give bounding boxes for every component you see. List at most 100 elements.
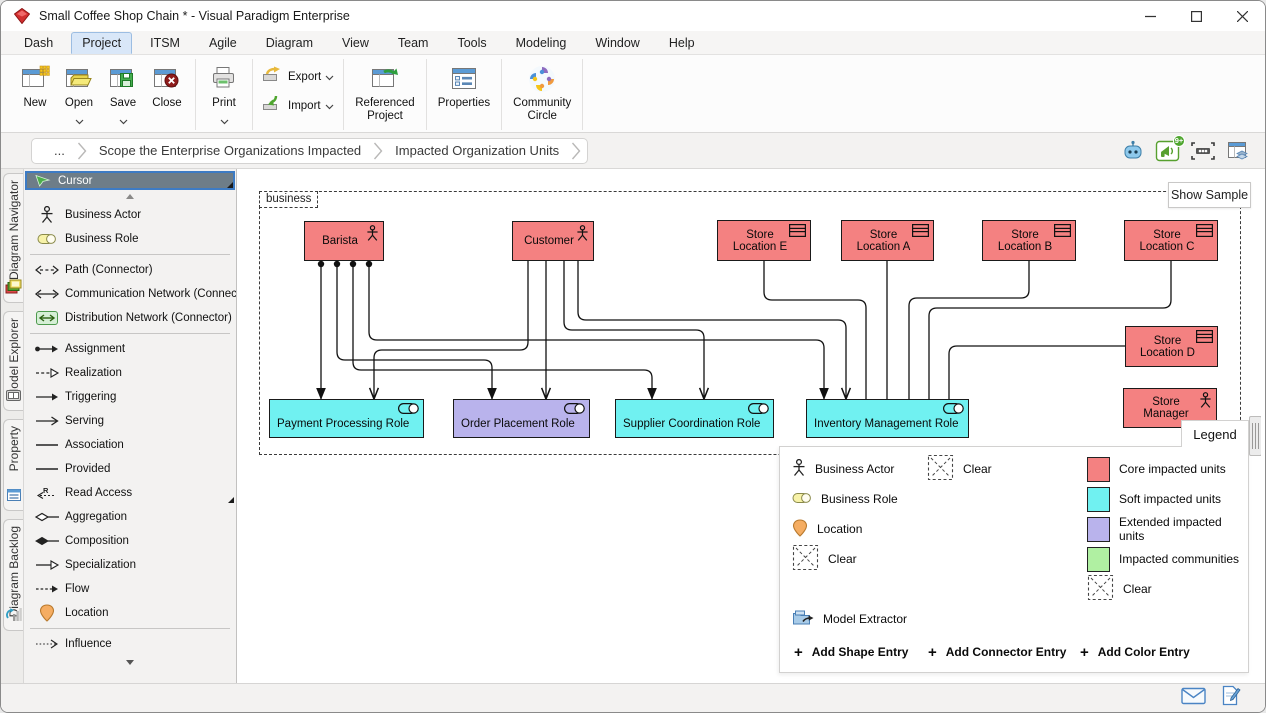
draft-notes-icon[interactable] bbox=[1222, 685, 1241, 711]
menu-view[interactable]: View bbox=[331, 32, 380, 54]
legend-add-color-entry-button[interactable]: +Add Color Entry bbox=[1080, 639, 1190, 665]
legend-connector-clear[interactable]: Clear bbox=[927, 455, 992, 483]
legend-tab[interactable]: Legend bbox=[1181, 420, 1249, 447]
palette-item-path-connector[interactable]: Path (Connector) bbox=[24, 258, 236, 282]
menu-itsm[interactable]: ITSM bbox=[139, 32, 191, 54]
tab-diagram-navigator[interactable]: Diagram Navigator bbox=[3, 173, 23, 303]
palette-item-serving[interactable]: Serving bbox=[24, 409, 236, 433]
palette-item-aggregation[interactable]: Aggregation bbox=[24, 505, 236, 529]
palette-item-association[interactable]: Association bbox=[24, 433, 236, 457]
edge-barista-to-order-placement-role[interactable] bbox=[334, 261, 492, 399]
palette-item-location[interactable]: Location bbox=[24, 601, 236, 625]
legend-color-clear[interactable]: Clear bbox=[1087, 575, 1152, 603]
palette-scroll-down[interactable] bbox=[24, 656, 236, 669]
palette-item-business-role[interactable]: Business Role bbox=[24, 227, 236, 251]
legend-color-extended-impacted-units[interactable]: Extended impacted units bbox=[1087, 515, 1248, 543]
close-button[interactable] bbox=[1219, 1, 1265, 31]
palette-item-assignment[interactable]: Assignment bbox=[24, 337, 236, 361]
node-supplier-coordination-role[interactable]: Supplier Coordination Role bbox=[615, 399, 774, 438]
legend-color-soft-impacted-units[interactable]: Soft impacted units bbox=[1087, 485, 1221, 513]
menu-agile[interactable]: Agile bbox=[198, 32, 248, 54]
referenced-project-button[interactable]: Referenced Project bbox=[350, 61, 419, 126]
properties-button[interactable]: Properties bbox=[433, 61, 495, 113]
node-barista[interactable]: Barista bbox=[304, 221, 384, 261]
palette-item-provided[interactable]: Provided bbox=[24, 457, 236, 481]
save-button[interactable]: Save bbox=[101, 61, 145, 121]
legend-shape-business-role[interactable]: Business Role bbox=[792, 485, 898, 513]
legend-color-impacted-communities[interactable]: Impacted communities bbox=[1087, 545, 1239, 573]
palette-item-cursor[interactable]: Cursor bbox=[25, 171, 235, 190]
legend-shape-location[interactable]: Location bbox=[792, 515, 862, 543]
palette-item-distribution-network-connector[interactable]: Distribution Network (Connector) bbox=[24, 306, 236, 330]
menu-project[interactable]: Project bbox=[71, 32, 132, 54]
palette-item-triggering[interactable]: Triggering bbox=[24, 385, 236, 409]
menu-team[interactable]: Team bbox=[387, 32, 440, 54]
maximize-button[interactable] bbox=[1173, 1, 1219, 31]
menu-dash[interactable]: Dash bbox=[13, 32, 64, 54]
minimize-button[interactable] bbox=[1127, 1, 1173, 31]
new-button[interactable]: New bbox=[13, 61, 57, 113]
node-inventory-management-role[interactable]: Inventory Management Role bbox=[806, 399, 969, 438]
edge-store-location-e-to-inventory-management-role[interactable] bbox=[764, 261, 866, 399]
palette-item-read-access[interactable]: RRead Access bbox=[24, 481, 236, 505]
tab-diagram-backlog[interactable]: Diagram Backlog bbox=[3, 519, 23, 631]
legend-color-core-impacted-units[interactable]: Core impacted units bbox=[1087, 455, 1226, 483]
edge-customer-to-payment-processing-role[interactable] bbox=[374, 261, 528, 399]
node-payment-processing-role[interactable]: Payment Processing Role bbox=[269, 399, 424, 438]
legend-add-connector-entry-button[interactable]: +Add Connector Entry bbox=[928, 639, 1066, 665]
assistant-robot-icon[interactable] bbox=[1120, 139, 1146, 163]
edge-customer-to-supplier-coordination-role[interactable] bbox=[564, 261, 704, 399]
node-store-location-b[interactable]: Store Location B bbox=[982, 220, 1076, 261]
legend-add-shape-entry-button[interactable]: +Add Shape Entry bbox=[794, 639, 908, 665]
node-store-location-a[interactable]: Store Location A bbox=[841, 220, 934, 261]
breadcrumb-item[interactable]: ... bbox=[44, 143, 75, 158]
palette-scroll-up[interactable] bbox=[24, 190, 236, 203]
chevron-down-icon[interactable] bbox=[75, 112, 84, 118]
panel-splitter-grip[interactable] bbox=[1249, 416, 1261, 456]
palette-item-communication-network-connector[interactable]: Communication Network (Connector) bbox=[24, 282, 236, 306]
node-customer[interactable]: Customer bbox=[512, 221, 594, 261]
node-store-location-e[interactable]: Store Location E bbox=[717, 220, 811, 261]
edge-store-location-d-to-inventory-management-role[interactable] bbox=[949, 346, 1125, 399]
community-news-icon[interactable]: 9+ bbox=[1155, 139, 1181, 163]
open-button[interactable]: Open bbox=[57, 61, 101, 121]
tab-model-explorer[interactable]: Model Explorer bbox=[3, 311, 23, 411]
menu-modeling[interactable]: Modeling bbox=[505, 32, 578, 54]
expander-icon[interactable] bbox=[228, 497, 234, 503]
palette-item-realization[interactable]: Realization bbox=[24, 361, 236, 385]
print-button[interactable]: Print bbox=[202, 61, 246, 121]
show-sample-button[interactable]: Show Sample bbox=[1168, 182, 1251, 208]
palette-item-composition[interactable]: Composition bbox=[24, 529, 236, 553]
palette-item-business-actor[interactable]: Business Actor bbox=[24, 203, 236, 227]
tab-property[interactable]: Property bbox=[3, 419, 23, 511]
chevron-down-icon[interactable] bbox=[220, 112, 229, 118]
export-button[interactable]: Export bbox=[259, 65, 337, 88]
legend-model-extractor[interactable]: Model Extractor bbox=[792, 605, 907, 633]
node-store-location-d[interactable]: Store Location D bbox=[1125, 326, 1218, 367]
diagram-canvas[interactable]: business BaristaCustomerStore Location E… bbox=[237, 169, 1261, 683]
breadcrumb-item[interactable]: Scope the Enterprise Organizations Impac… bbox=[89, 143, 371, 158]
palette-item-influence[interactable]: Influence bbox=[24, 632, 236, 656]
import-button[interactable]: Import bbox=[259, 94, 337, 117]
mail-icon[interactable] bbox=[1181, 687, 1206, 710]
menu-help[interactable]: Help bbox=[658, 32, 706, 54]
menu-diagram[interactable]: Diagram bbox=[255, 32, 324, 54]
palette-item-flow[interactable]: Flow bbox=[24, 577, 236, 601]
fit-frame-icon[interactable] bbox=[1190, 139, 1216, 163]
chevron-down-icon[interactable] bbox=[325, 97, 334, 115]
node-store-location-c[interactable]: Store Location C bbox=[1124, 220, 1218, 261]
legend-shape-business-actor[interactable]: Business Actor bbox=[792, 455, 894, 483]
menu-tools[interactable]: Tools bbox=[446, 32, 497, 54]
menu-window[interactable]: Window bbox=[584, 32, 650, 54]
breadcrumb-item[interactable]: Impacted Organization Units bbox=[385, 143, 569, 158]
edge-store-location-b-to-inventory-management-role[interactable] bbox=[909, 261, 1029, 399]
legend-shape-clear[interactable]: Clear bbox=[792, 545, 857, 573]
node-order-placement-role[interactable]: Order Placement Role bbox=[453, 399, 590, 438]
edge-barista-to-payment-processing-role[interactable] bbox=[318, 261, 324, 399]
chevron-down-icon[interactable] bbox=[119, 112, 128, 118]
palette-item-specialization[interactable]: Specialization bbox=[24, 553, 236, 577]
community-circle-button[interactable]: Community Circle bbox=[508, 61, 576, 126]
chevron-down-icon[interactable] bbox=[325, 68, 334, 86]
close-button[interactable]: Close bbox=[145, 61, 189, 113]
layers-window-icon[interactable] bbox=[1225, 139, 1251, 163]
